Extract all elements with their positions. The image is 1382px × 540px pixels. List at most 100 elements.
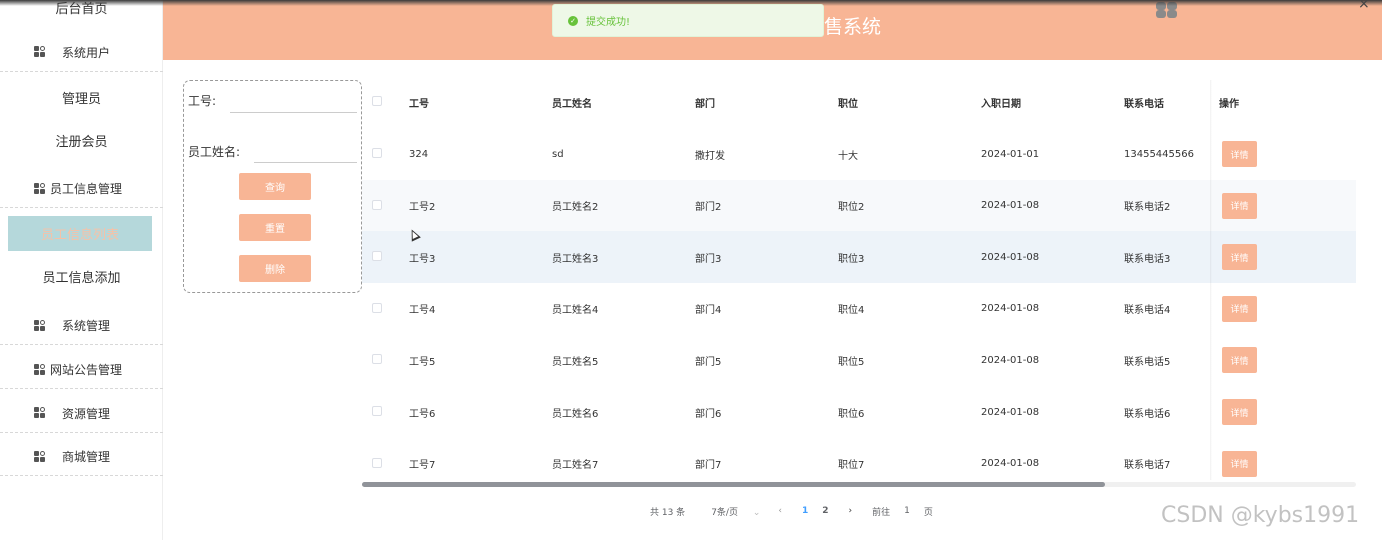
page-number-1[interactable]: 1 xyxy=(802,506,808,516)
table-cell-pos: 职位3 xyxy=(838,253,865,265)
success-toast: ✓ 提交成功! xyxy=(552,4,824,37)
table-cell-date: 2024-01-08 xyxy=(981,406,1040,418)
table-cell-actions: 详情 xyxy=(1222,386,1257,438)
pagination: 共 13 条 7条/页 ⌄ ‹ 1 2 › 前往 1 页 xyxy=(650,503,933,519)
table-cell-dept: 部门6 xyxy=(695,408,722,420)
reset-button[interactable]: 重置 xyxy=(239,214,311,241)
row-checkbox[interactable] xyxy=(372,457,382,468)
sidebar-group-notices[interactable]: 网站公告管理 xyxy=(0,351,163,389)
pagination-total: 共 13 条 xyxy=(650,507,686,518)
table-cell-date: 2024-01-08 xyxy=(981,200,1040,212)
sidebar-group-label: 系统管理 xyxy=(62,319,111,333)
detail-button[interactable]: 详情 xyxy=(1222,347,1257,374)
delete-button[interactable]: 删除 xyxy=(239,255,311,282)
sidebar-group-label: 员工信息管理 xyxy=(50,182,123,196)
table-cell-pos: 职位2 xyxy=(838,202,865,214)
table-row[interactable]: 工号2 员工姓名2 部门2 职位2 2024-01-08 联系电话2 详情 xyxy=(362,179,1356,232)
table-row[interactable]: 工号4 员工姓名4 部门4 职位4 2024-01-08 联系电话4 详情 xyxy=(362,283,1356,335)
sidebar-item-label: 员工信息列表 xyxy=(40,228,119,243)
table-cell-phone: 13455445566 xyxy=(1124,148,1194,160)
page-size-value: 7条/页 xyxy=(711,507,738,518)
sidebar-group-label: 资源管理 xyxy=(62,406,111,421)
table-cell-phone: 联系电话6 xyxy=(1124,408,1171,420)
column-header[interactable]: 工号 xyxy=(409,76,429,128)
sidebar-group-label: 商城管理 xyxy=(62,450,111,464)
goto-prefix: 前往 xyxy=(872,507,891,518)
table-cell-actions: 详情 xyxy=(1222,128,1257,180)
table-cell-date: 2024-01-08 xyxy=(981,354,1040,366)
table-cell-phone: 联系电话5 xyxy=(1124,356,1171,368)
table-cell-name: 员工姓名6 xyxy=(552,408,599,420)
table-cell-date: 2024-01-01 xyxy=(981,148,1040,160)
row-checkbox[interactable] xyxy=(372,354,382,365)
page-number-2[interactable]: 2 xyxy=(822,506,828,516)
table-cell-id: 工号5 xyxy=(409,356,436,368)
table-row[interactable]: 工号3 员工姓名3 部门3 职位3 2024-01-08 联系电话3 详情 xyxy=(362,231,1356,284)
table-cell-id: 工号2 xyxy=(409,202,436,214)
column-header: 操作 xyxy=(1219,98,1239,110)
employee-id-input[interactable] xyxy=(230,91,357,113)
detail-button[interactable]: 详情 xyxy=(1222,295,1257,322)
sidebar-item-members[interactable]: 注册会员 xyxy=(0,127,163,153)
fixed-column-shadow xyxy=(1210,80,1212,480)
table-cell-actions: 详情 xyxy=(1222,231,1257,283)
menu-grid-icon xyxy=(34,46,48,58)
table-cell-dept: 部门3 xyxy=(695,253,722,265)
prev-page-icon[interactable]: ‹ xyxy=(778,506,782,516)
page-size-select[interactable]: 7条/页 ⌄ xyxy=(711,505,760,518)
detail-button[interactable]: 详情 xyxy=(1222,192,1257,219)
menu-grid-icon xyxy=(34,407,48,419)
horizontal-scrollbar[interactable] xyxy=(362,482,1356,487)
sidebar-group-shop[interactable]: 商城管理 xyxy=(0,438,163,476)
table-cell-dept: 部门5 xyxy=(695,356,722,368)
column-header[interactable]: 职位 xyxy=(838,76,858,128)
menu-grid-icon xyxy=(34,319,48,332)
next-page-icon[interactable]: › xyxy=(849,506,853,516)
detail-button[interactable]: 详情 xyxy=(1222,244,1257,271)
row-checkbox[interactable] xyxy=(372,148,382,158)
menu-grid-icon xyxy=(34,363,48,376)
table-cell-actions: 详情 xyxy=(1222,334,1257,386)
close-icon[interactable]: × xyxy=(1358,0,1370,12)
table-cell-name: 员工姓名5 xyxy=(552,356,599,368)
table-cell-actions: 详情 xyxy=(1222,180,1257,232)
sidebar-group-label: 系统用户 xyxy=(62,45,111,60)
table-row[interactable]: 工号6 员工姓名6 部门6 职位6 2024-01-08 联系电话6 详情 xyxy=(362,386,1356,438)
sidebar-item-employee-add[interactable]: 员工信息添加 xyxy=(0,263,163,289)
column-header[interactable]: 员工姓名 xyxy=(552,76,592,128)
table-cell-dept: 部门4 xyxy=(695,305,722,317)
sidebar-item-label: 员工信息添加 xyxy=(42,270,121,286)
row-checkbox[interactable] xyxy=(372,302,382,313)
table-row[interactable]: 324 sd 撒打发 十大 2024-01-01 13455445566 详情 xyxy=(362,128,1356,180)
detail-button[interactable]: 详情 xyxy=(1222,450,1257,477)
row-checkbox[interactable] xyxy=(372,251,382,262)
sidebar: 后台首页 系统用户 管理员 注册会员 员工信息管理 员工信息列表 员工信息添加 … xyxy=(0,0,163,540)
scrollbar-thumb[interactable] xyxy=(362,482,1105,487)
goto-page-input[interactable]: 1 xyxy=(904,506,910,516)
column-header[interactable]: 入职日期 xyxy=(981,76,1021,128)
menu-grid-icon xyxy=(34,182,48,195)
sidebar-group-system[interactable]: 系统管理 xyxy=(0,307,163,345)
query-button[interactable]: 查询 xyxy=(239,173,311,200)
table-cell-dept: 撒打发 xyxy=(695,150,725,162)
table-cell-name: 员工姓名2 xyxy=(552,202,599,214)
sidebar-group-system-users[interactable]: 系统用户 xyxy=(0,33,163,72)
row-checkbox[interactable] xyxy=(372,199,382,210)
detail-button[interactable]: 详情 xyxy=(1222,399,1257,425)
employee-name-input[interactable] xyxy=(254,141,357,163)
table-cell-pos: 十大 xyxy=(838,150,858,162)
sidebar-item-employee-list[interactable]: 员工信息列表 xyxy=(8,216,152,251)
select-all-checkbox[interactable] xyxy=(372,96,382,106)
sidebar-item-admin[interactable]: 管理员 xyxy=(0,84,163,110)
row-checkbox[interactable] xyxy=(372,406,382,416)
column-header[interactable]: 部门 xyxy=(695,76,715,128)
header-title: 售系统 xyxy=(824,16,882,38)
column-header[interactable]: 联系电话 xyxy=(1124,76,1164,128)
sidebar-group-employee[interactable]: 员工信息管理 xyxy=(0,170,163,208)
table-cell-id: 324 xyxy=(409,148,429,160)
table-cell-pos: 职位5 xyxy=(838,356,865,368)
detail-button[interactable]: 详情 xyxy=(1222,141,1257,167)
table-cell-pos: 职位6 xyxy=(838,408,865,420)
table-row[interactable]: 工号5 员工姓名5 部门5 职位5 2024-01-08 联系电话5 详情 xyxy=(362,334,1356,386)
sidebar-group-resources[interactable]: 资源管理 xyxy=(0,394,163,433)
